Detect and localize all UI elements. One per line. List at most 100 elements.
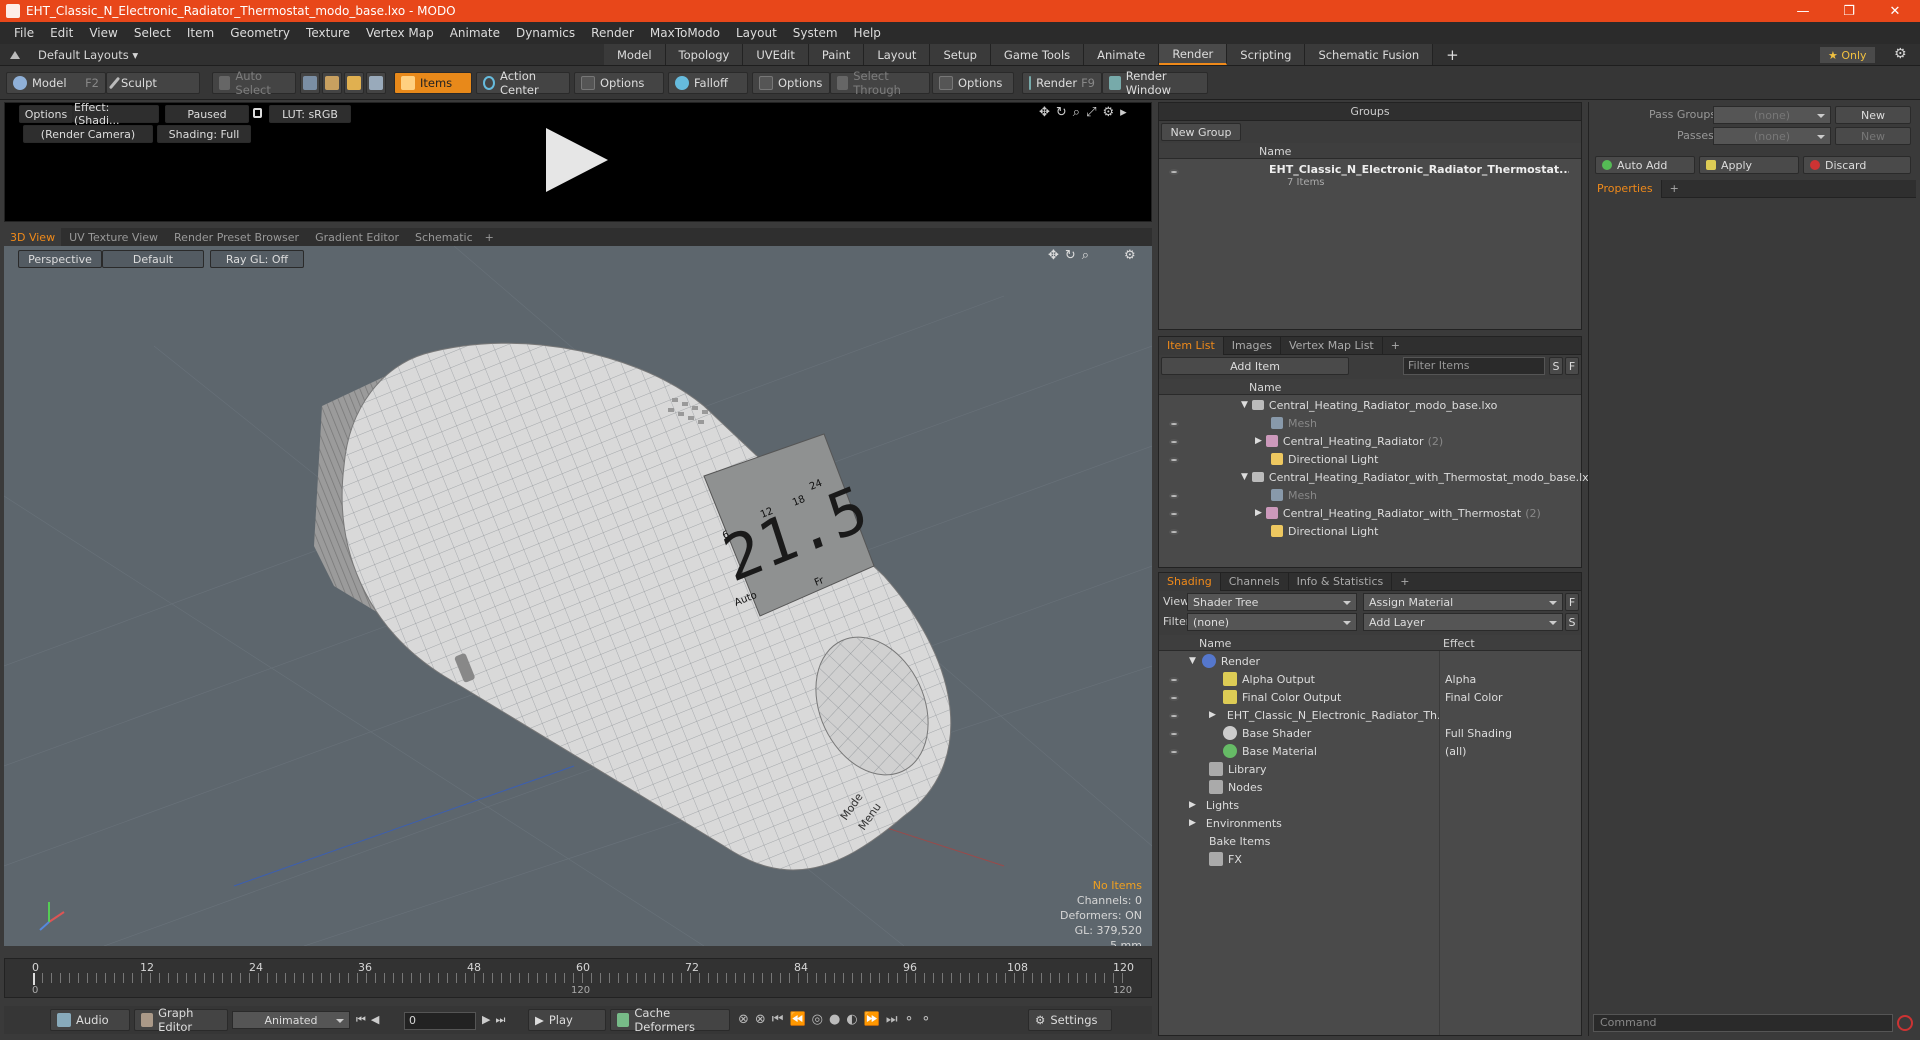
shader-row[interactable]: Base Material — [1159, 742, 1439, 760]
shader-tree-dropdown[interactable]: Shader Tree — [1187, 593, 1357, 611]
item-row[interactable]: Mesh — [1159, 486, 1317, 504]
menu-geometry[interactable]: Geometry — [222, 26, 298, 40]
effect-cell[interactable]: Alpha — [1445, 670, 1476, 688]
tab-render[interactable]: Render — [1159, 44, 1228, 65]
action-center-button[interactable]: Action Center — [476, 69, 570, 97]
transport-back-icons[interactable]: ⏮◀ — [356, 1013, 384, 1027]
transport-forward-icons[interactable]: ▶⏭ — [482, 1013, 510, 1027]
visibility-toggle[interactable] — [1169, 417, 1179, 430]
add-item-dropdown[interactable]: Add Item — [1161, 357, 1349, 375]
add-properties-tab-button[interactable]: + — [1662, 180, 1687, 198]
playhead[interactable] — [33, 973, 35, 985]
3d-viewport[interactable]: Perspective Default Ray GL: Off ✥↻⌕ ⚙ 21… — [4, 246, 1152, 946]
tab-layout[interactable]: Layout — [864, 44, 931, 65]
vertices-mode-button[interactable] — [300, 72, 320, 94]
items-mode-button[interactable]: Items — [394, 72, 472, 94]
tab-game-tools[interactable]: Game Tools — [990, 44, 1085, 65]
menu-help[interactable]: Help — [846, 26, 889, 40]
shading-filter-dropdown[interactable]: (none) — [1187, 613, 1357, 631]
visibility-toggle[interactable] — [1169, 709, 1179, 722]
shading-s-button[interactable]: S — [1565, 613, 1579, 631]
audio-button[interactable]: Audio — [50, 1009, 130, 1031]
tab-schematic-fusion[interactable]: Schematic Fusion — [1305, 44, 1434, 65]
tab-schematic[interactable]: Schematic — [407, 231, 481, 244]
select-through-button[interactable]: Select Through — [830, 69, 930, 97]
add-tab-button[interactable]: + — [1433, 44, 1472, 65]
shader-row[interactable]: ▶ Lights — [1159, 796, 1439, 814]
effect-cell[interactable]: Full Shading — [1445, 724, 1512, 742]
shader-row[interactable]: Nodes — [1159, 778, 1439, 796]
auto-add-button[interactable]: Auto Add — [1595, 156, 1695, 174]
preview-options-button[interactable]: Options — [19, 105, 73, 123]
minimize-button[interactable]: — — [1780, 0, 1826, 22]
edges-mode-button[interactable] — [322, 72, 342, 94]
falloff-button[interactable]: Falloff — [668, 72, 748, 94]
play-button[interactable]: ▶ Play — [528, 1009, 606, 1031]
visibility-toggle[interactable] — [1169, 525, 1179, 538]
assign-material-button[interactable]: Assign Material — [1363, 593, 1563, 611]
tab-3d-view[interactable]: 3D View — [4, 228, 62, 246]
item-row[interactable]: ▼ Central_Heating_Radiator_modo_base.lxo — [1159, 396, 1497, 414]
effect-cell[interactable]: Final Color — [1445, 688, 1503, 706]
item-row[interactable]: Mesh — [1159, 414, 1317, 432]
render-camera-dropdown[interactable]: (Render Camera) — [23, 125, 153, 143]
polygons-mode-button[interactable] — [344, 72, 364, 94]
select-options-button[interactable]: Options — [932, 72, 1014, 94]
graph-editor-button[interactable]: Graph Editor — [134, 1006, 228, 1034]
add-layer-dropdown[interactable]: Add Layer — [1363, 613, 1563, 631]
item-row[interactable]: ▶ Central_Heating_Radiator (2) — [1159, 432, 1443, 450]
shader-row[interactable]: Alpha Output — [1159, 670, 1439, 688]
effect-cell[interactable]: (all) — [1445, 742, 1466, 760]
timeline[interactable]: 0 12 24 36 48 60 72 84 96 108 120 0 120 … — [4, 958, 1152, 998]
animated-dropdown[interactable]: Animated — [232, 1011, 350, 1029]
shader-row[interactable]: Library — [1159, 760, 1439, 778]
add-panel-tab-button[interactable]: + — [1392, 573, 1417, 591]
add-viewport-tab-button[interactable]: + — [481, 231, 498, 244]
shader-row[interactable]: ▶ EHT_Classic_N_Electronic_Radiator_Th... — [1159, 706, 1439, 724]
tab-scripting[interactable]: Scripting — [1227, 44, 1306, 65]
menu-maxtomodo[interactable]: MaxToModo — [642, 26, 728, 40]
apply-button[interactable]: Apply — [1699, 156, 1799, 174]
menu-select[interactable]: Select — [126, 26, 179, 40]
visibility-toggle[interactable] — [1169, 453, 1179, 466]
menu-system[interactable]: System — [785, 26, 846, 40]
shader-row[interactable]: FX — [1159, 850, 1439, 868]
add-panel-tab-button[interactable]: + — [1383, 337, 1408, 355]
default-layouts-dropdown[interactable]: Default Layouts ▾ — [38, 48, 138, 62]
visibility-toggle[interactable] — [1169, 489, 1179, 502]
shader-row[interactable]: Final Color Output — [1159, 688, 1439, 706]
discard-button[interactable]: Discard — [1803, 156, 1911, 174]
tab-paint[interactable]: Paint — [808, 44, 865, 65]
materials-mode-button[interactable] — [366, 72, 386, 94]
menu-view[interactable]: View — [81, 26, 125, 40]
tab-animate[interactable]: Animate — [1084, 44, 1160, 65]
paused-toggle[interactable]: Paused — [165, 105, 249, 123]
visibility-toggle[interactable] — [1169, 673, 1179, 686]
menu-dynamics[interactable]: Dynamics — [508, 26, 583, 40]
tab-render-preset-browser[interactable]: Render Preset Browser — [166, 231, 307, 244]
group-visibility-toggle[interactable] — [1169, 165, 1179, 178]
effect-dropdown[interactable]: Effect: (Shadi... — [73, 101, 159, 127]
shader-row[interactable]: Base Shader — [1159, 724, 1439, 742]
tab-model[interactable]: Model — [604, 44, 666, 65]
item-filter-s-button[interactable]: S — [1549, 357, 1563, 375]
tab-info-statistics[interactable]: Info & Statistics — [1289, 572, 1393, 591]
group-item-name[interactable]: EHT_Classic_N_Electronic_Radiator_Thermo… — [1269, 163, 1569, 176]
item-filter-f-button[interactable]: F — [1565, 357, 1579, 375]
visibility-toggle[interactable] — [1169, 727, 1179, 740]
tab-shading[interactable]: Shading — [1159, 572, 1221, 591]
menu-render[interactable]: Render — [583, 26, 642, 40]
new-group-button[interactable]: New Group — [1161, 123, 1241, 141]
render-window-button[interactable]: Render Window — [1102, 69, 1208, 97]
tab-setup[interactable]: Setup — [930, 44, 991, 65]
lut-dropdown[interactable]: LUT: sRGB — [269, 105, 351, 123]
settings-button[interactable]: ⚙ Settings — [1028, 1009, 1112, 1031]
command-stop-icon[interactable] — [1897, 1015, 1913, 1031]
only-toggle[interactable]: ★ Only — [1820, 47, 1875, 63]
menu-file[interactable]: File — [6, 26, 42, 40]
preview-nav-icons[interactable]: ✥↻⌕⤢⚙▸ — [1039, 105, 1133, 120]
new-pass-group-button[interactable]: New — [1835, 106, 1911, 124]
shader-row-render[interactable]: ▼ Render — [1159, 652, 1439, 670]
sculpt-mode-button[interactable]: Sculpt — [106, 72, 200, 94]
new-pass-button[interactable]: New — [1835, 127, 1911, 145]
